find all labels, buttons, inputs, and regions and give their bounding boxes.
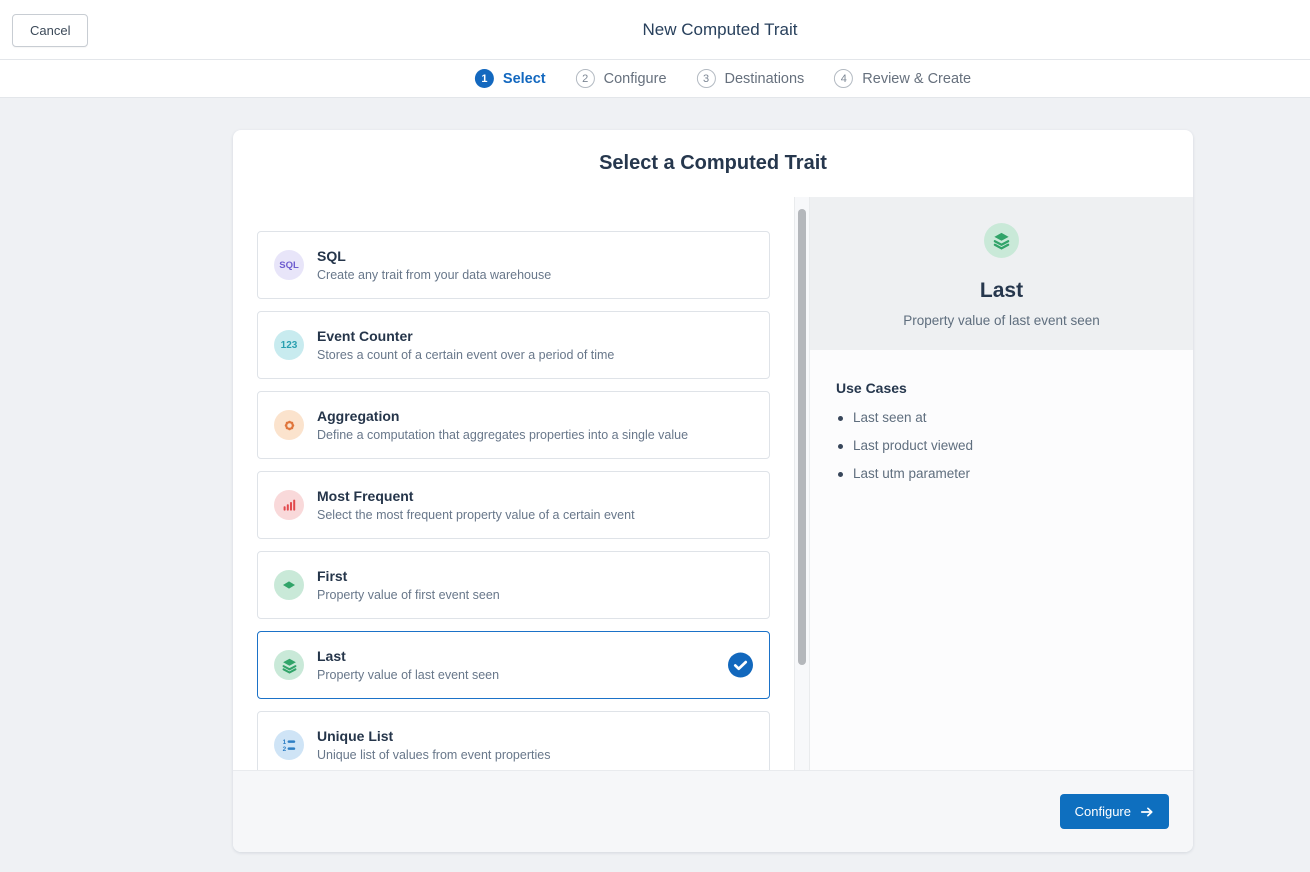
- step-2-circle: 2: [576, 69, 595, 88]
- list-scrollbar-track[interactable]: [794, 197, 810, 770]
- step-configure[interactable]: 2 Configure: [576, 69, 667, 88]
- arrow-right-icon: [1140, 805, 1154, 819]
- detail-subtitle: Property value of last event seen: [903, 313, 1100, 328]
- trait-item-most-frequent[interactable]: Most Frequent Select the most frequent p…: [257, 471, 770, 539]
- trait-item-first[interactable]: First Property value of first event seen: [257, 551, 770, 619]
- step-4-circle: 4: [834, 69, 853, 88]
- trait-title: Most Frequent: [317, 488, 635, 504]
- bar-chart-icon: [274, 490, 304, 520]
- trait-detail-header: Last Property value of last event seen: [810, 197, 1193, 350]
- step-2-label: Configure: [604, 71, 667, 87]
- configure-button-label: Configure: [1075, 804, 1131, 819]
- step-destinations[interactable]: 3 Destinations: [697, 69, 805, 88]
- step-3-label: Destinations: [725, 71, 805, 87]
- number-123-icon: 123: [274, 330, 304, 360]
- use-cases-section: Use Cases Last seen at Last product view…: [810, 350, 1193, 770]
- selected-check-icon: [728, 653, 753, 678]
- page-title: New Computed Trait: [643, 20, 798, 40]
- use-case-item: Last product viewed: [836, 438, 1169, 453]
- computed-trait-card: Select a Computed Trait SQL SQL Create a…: [233, 130, 1193, 852]
- trait-item-last[interactable]: Last Property value of last event seen: [257, 631, 770, 699]
- trait-item-unique-list[interactable]: 1 2 Unique List Unique list of values fr…: [257, 711, 770, 770]
- svg-text:2: 2: [283, 746, 287, 753]
- step-select[interactable]: 1 Select: [475, 69, 546, 88]
- trait-title: First: [317, 568, 500, 584]
- trait-item-sql[interactable]: SQL SQL Create any trait from your data …: [257, 231, 770, 299]
- svg-text:1: 1: [283, 739, 287, 746]
- trait-description: Stores a count of a certain event over a…: [317, 348, 614, 362]
- use-case-item: Last seen at: [836, 410, 1169, 425]
- use-cases-heading: Use Cases: [836, 380, 1169, 396]
- step-1-label: Select: [503, 71, 546, 87]
- trait-description: Select the most frequent property value …: [317, 508, 635, 522]
- use-cases-list: Last seen at Last product viewed Last ut…: [836, 410, 1169, 481]
- trait-title: Event Counter: [317, 328, 614, 344]
- step-review-create[interactable]: 4 Review & Create: [834, 69, 971, 88]
- trait-description: Property value of last event seen: [317, 668, 499, 682]
- trait-title: Unique List: [317, 728, 550, 744]
- trait-title: SQL: [317, 248, 551, 264]
- numbered-list-icon: 1 2: [274, 730, 304, 760]
- trait-title: Aggregation: [317, 408, 688, 424]
- configure-button[interactable]: Configure: [1060, 794, 1169, 829]
- step-1-circle: 1: [475, 69, 494, 88]
- use-case-item: Last utm parameter: [836, 466, 1169, 481]
- trait-item-event-counter[interactable]: 123 Event Counter Stores a count of a ce…: [257, 311, 770, 379]
- step-3-circle: 3: [697, 69, 716, 88]
- stepper-bar: 1 Select 2 Configure 3 Destinations 4 Re…: [0, 60, 1310, 98]
- layers-icon: [984, 223, 1019, 258]
- layers-icon: [274, 650, 304, 680]
- step-4-label: Review & Create: [862, 71, 971, 87]
- trait-title: Last: [317, 648, 499, 664]
- detail-title: Last: [980, 279, 1023, 303]
- trait-description: Create any trait from your data warehous…: [317, 268, 551, 282]
- list-scrollbar-thumb[interactable]: [798, 209, 806, 665]
- cancel-button[interactable]: Cancel: [12, 14, 88, 47]
- stepper: 1 Select 2 Configure 3 Destinations 4 Re…: [475, 69, 971, 88]
- gear-icon: [274, 410, 304, 440]
- trait-list: SQL SQL Create any trait from your data …: [233, 197, 794, 770]
- card-footer: Configure: [233, 770, 1193, 852]
- trait-description: Property value of first event seen: [317, 588, 500, 602]
- sql-badge-icon: SQL: [274, 250, 304, 280]
- card-title: Select a Computed Trait: [233, 130, 1193, 197]
- diamond-icon: [274, 570, 304, 600]
- trait-description: Define a computation that aggregates pro…: [317, 428, 688, 442]
- card-body: SQL SQL Create any trait from your data …: [233, 197, 1193, 770]
- trait-detail-panel: Last Property value of last event seen U…: [810, 197, 1193, 770]
- trait-item-aggregation[interactable]: Aggregation Define a computation that ag…: [257, 391, 770, 459]
- top-header-bar: Cancel New Computed Trait: [0, 0, 1310, 60]
- trait-description: Unique list of values from event propert…: [317, 748, 550, 762]
